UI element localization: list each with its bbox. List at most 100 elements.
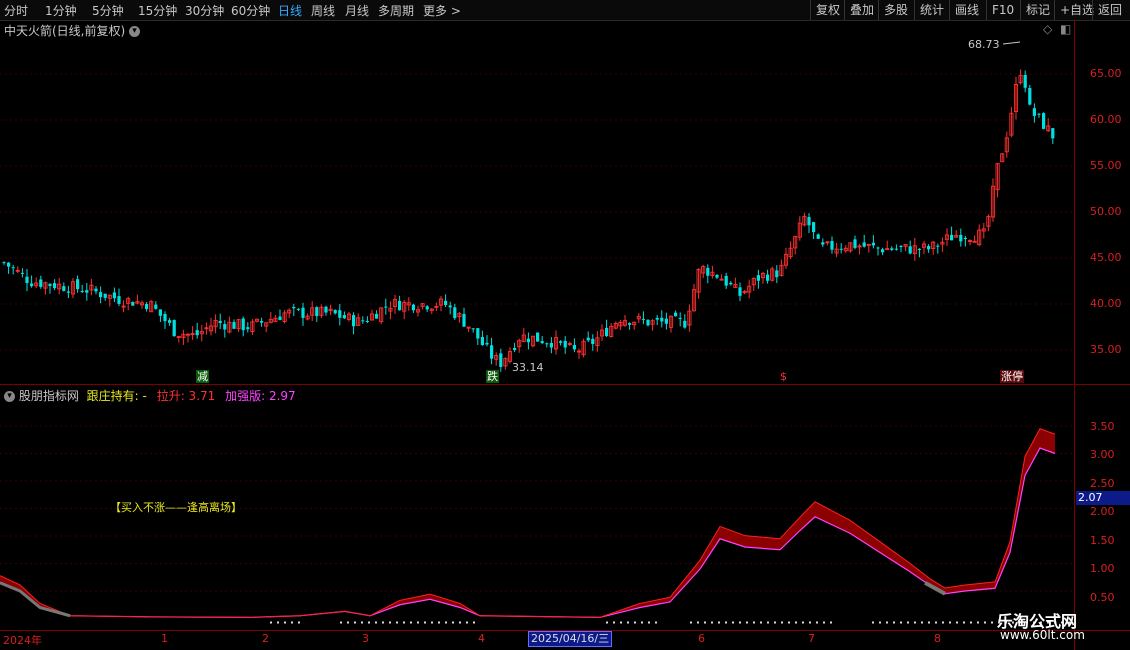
candle-75 [346, 311, 352, 322]
candle-170 [783, 247, 789, 269]
draw-line-button[interactable]: 画线 [949, 0, 979, 20]
date-tick: 7 [808, 632, 815, 645]
candle-205 [944, 228, 950, 246]
signal-dot [396, 621, 398, 624]
candle-87 [402, 299, 407, 320]
signal-dot [823, 621, 825, 624]
period-toolbar: 分时 1分钟 5分钟 15分钟 30分钟 60分钟 日线 周线 月线 多周期 更… [0, 0, 1130, 21]
signal-dot [389, 621, 391, 624]
signal-dot [711, 621, 713, 624]
candle-211 [972, 235, 977, 243]
candle-24 [112, 287, 116, 303]
candle-111 [513, 342, 517, 353]
candle-120 [553, 330, 559, 355]
signal-dot [641, 621, 643, 624]
candle-43 [199, 325, 204, 342]
indicator-chart[interactable] [0, 400, 1074, 630]
signal-dot [298, 621, 300, 624]
candle-103 [476, 328, 480, 346]
indicator-tick: 1.00 [1090, 562, 1115, 575]
tab-1min[interactable]: 1分钟 [45, 2, 77, 19]
candle-212 [977, 224, 982, 247]
date-tick: 4 [478, 632, 485, 645]
candle-127 [586, 331, 590, 343]
tab-multi-period[interactable]: 多周期 [378, 2, 414, 19]
signal-dot [347, 621, 349, 624]
candle-37 [172, 319, 176, 337]
signal-dot [739, 621, 741, 624]
candle-138 [636, 312, 641, 324]
candle-26 [121, 300, 126, 313]
tab-daily[interactable]: 日线 [278, 2, 302, 19]
candle-126 [581, 338, 586, 358]
candle-165 [760, 271, 766, 284]
candle-151 [696, 268, 701, 299]
candle-183 [843, 245, 848, 253]
candle-163 [751, 277, 756, 291]
tab-30min[interactable]: 30分钟 [185, 2, 224, 19]
multi-stock-button[interactable]: 多股 [878, 0, 908, 20]
tab-more[interactable]: 更多 > [423, 2, 461, 19]
candle-95 [438, 296, 444, 312]
candle-6 [30, 275, 34, 288]
candle-101 [466, 326, 471, 332]
candle-61 [282, 310, 287, 324]
signal-dot [368, 621, 370, 624]
restore-rights-button[interactable]: 复权 [810, 0, 840, 20]
candle-179 [825, 241, 830, 246]
candle-182 [839, 243, 843, 254]
tab-monthly[interactable]: 月线 [345, 2, 369, 19]
candle-21 [99, 286, 103, 304]
mark-button[interactable]: 标记 [1020, 0, 1050, 20]
candle-12 [57, 277, 62, 295]
candle-64 [296, 308, 300, 312]
indicator-upper-line [0, 428, 1056, 618]
candle-178 [821, 238, 825, 248]
price-tick: 65.00 [1090, 67, 1122, 80]
candle-226 [1042, 112, 1046, 130]
candle-78 [361, 316, 365, 324]
candle-181 [834, 242, 839, 258]
signal-fall: 跌 [486, 370, 499, 383]
high-price-label: 68.73 [968, 38, 1000, 51]
candle-40 [185, 333, 191, 343]
tab-weekly[interactable]: 周线 [311, 2, 335, 19]
candle-4 [20, 268, 24, 278]
indicator-note: 【买入不涨——逢高离场】 [110, 501, 242, 514]
candle-109 [503, 357, 508, 370]
back-button[interactable]: 返回 [1092, 0, 1122, 20]
candle-5 [25, 268, 29, 292]
date-tick: 3 [362, 632, 369, 645]
candle-98 [453, 303, 457, 320]
candle-130 [599, 324, 605, 341]
candle-105 [485, 335, 489, 347]
candle-209 [963, 236, 967, 247]
f10-button[interactable]: F10 [986, 0, 1014, 20]
tab-15min[interactable]: 15分钟 [138, 2, 177, 19]
candle-41 [190, 326, 195, 340]
overlay-button[interactable]: 叠加 [844, 0, 874, 20]
tab-60min[interactable]: 60分钟 [231, 2, 270, 19]
add-watchlist-button[interactable]: +自选 [1054, 0, 1094, 20]
candlestick-chart[interactable] [0, 20, 1074, 384]
candle-174 [802, 212, 807, 227]
signal-dot [634, 621, 636, 624]
signal-dot [991, 621, 993, 624]
candle-187 [862, 234, 866, 248]
signal-dot [830, 621, 832, 624]
signal-dot [417, 621, 419, 624]
candle-122 [563, 336, 567, 354]
candle-117 [540, 336, 544, 345]
candle-116 [536, 332, 540, 342]
price-tick: 55.00 [1090, 159, 1122, 172]
statistics-button[interactable]: 统计 [914, 0, 944, 20]
candle-86 [398, 295, 402, 311]
signal-dot [921, 621, 923, 624]
candle-166 [766, 269, 770, 284]
tab-5min[interactable]: 5分钟 [92, 2, 124, 19]
signal-dot [466, 621, 468, 624]
candle-53 [246, 322, 250, 333]
date-tick: 2 [262, 632, 269, 645]
tab-intraday[interactable]: 分时 [4, 2, 28, 19]
candle-140 [646, 319, 650, 327]
